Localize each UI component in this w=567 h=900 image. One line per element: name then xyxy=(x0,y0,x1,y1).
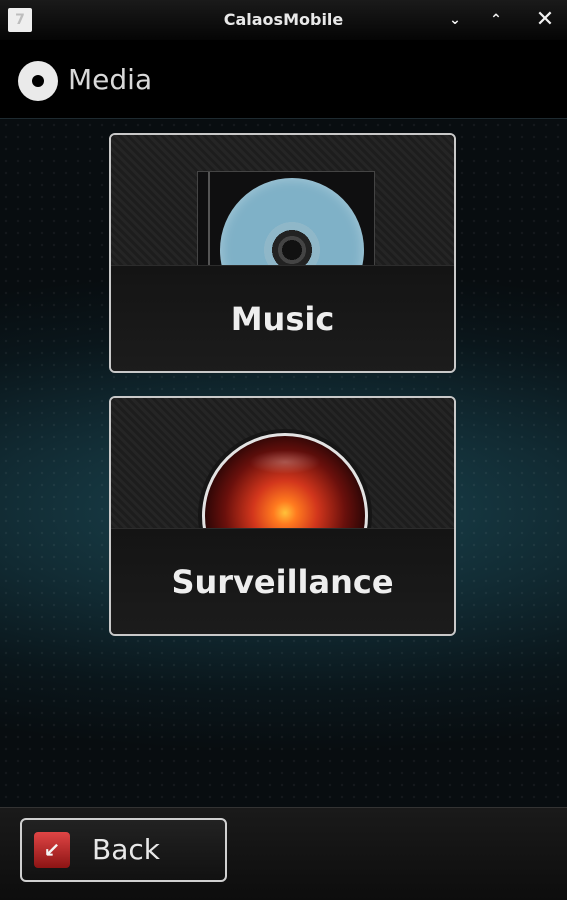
tile-image-area xyxy=(111,135,454,268)
cd-case-icon xyxy=(197,171,375,268)
music-label: Music xyxy=(230,300,335,338)
title-bar: 7 CalaosMobile ⌄ ⌃ ✕ xyxy=(0,0,567,41)
surveillance-tile[interactable]: Surveillance xyxy=(109,396,456,636)
page-title: Media xyxy=(68,63,153,96)
page-header: Media xyxy=(0,40,567,119)
music-tile[interactable]: Music xyxy=(109,133,456,373)
minimize-icon[interactable]: ⌄ xyxy=(443,8,467,32)
back-arrow-icon: ↙ xyxy=(34,832,70,868)
bottom-bar: ↙ Back xyxy=(0,807,567,900)
maximize-icon[interactable]: ⌃ xyxy=(484,8,508,32)
tile-image-area xyxy=(111,398,454,599)
disc-icon xyxy=(18,61,58,101)
close-icon[interactable]: ✕ xyxy=(533,8,557,32)
main-content: Music Surveillance xyxy=(0,119,567,807)
back-button[interactable]: ↙ Back xyxy=(20,818,227,882)
back-label: Back xyxy=(92,833,160,866)
app-window: 7 CalaosMobile ⌄ ⌃ ✕ Media Music Surveil… xyxy=(0,0,567,900)
cd-disc-icon xyxy=(220,178,364,268)
surveillance-label: Surveillance xyxy=(171,563,394,601)
window-title: CalaosMobile xyxy=(223,10,344,29)
